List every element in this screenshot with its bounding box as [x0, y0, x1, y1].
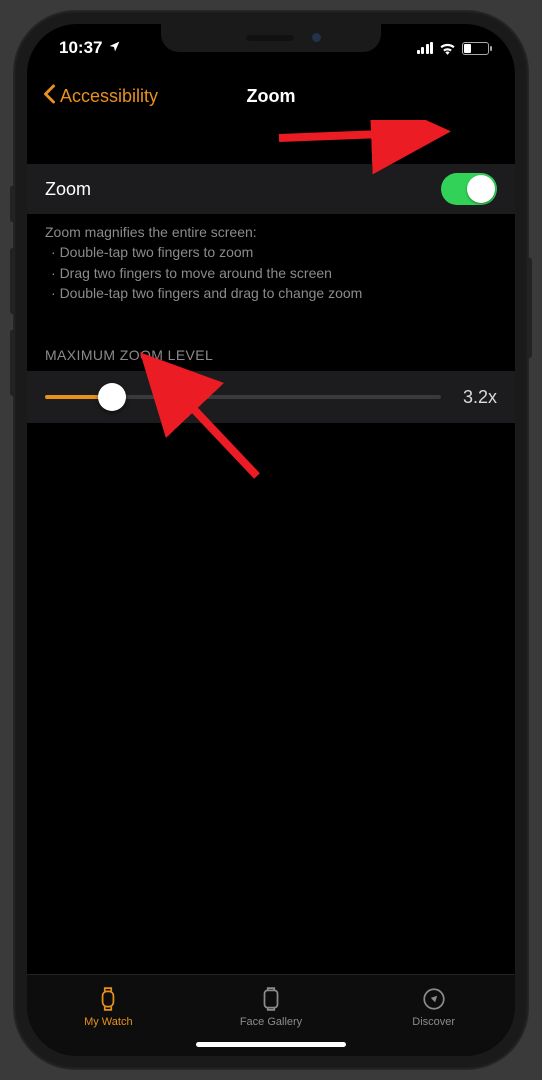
page-title: Zoom [247, 86, 296, 107]
annotation-arrow-toggle [275, 120, 455, 167]
status-time: 10:37 [59, 38, 102, 58]
zoom-toggle-row[interactable]: Zoom [27, 164, 515, 214]
side-button [10, 330, 15, 396]
slider-thumb[interactable] [98, 383, 126, 411]
side-button [527, 258, 532, 358]
phone-frame: 10:37 Accessibility [13, 10, 529, 1070]
tab-face-gallery[interactable]: Face Gallery [190, 975, 353, 1038]
battery-icon [462, 42, 489, 55]
help-line: Double-tap two fingers and drag to chang… [51, 283, 497, 303]
side-button [10, 248, 15, 314]
annotation-arrow-slider [135, 348, 275, 493]
wifi-icon [439, 42, 456, 55]
zoom-level-value: 3.2x [455, 387, 497, 408]
watch-icon [95, 986, 121, 1012]
tab-label: Discover [412, 1016, 455, 1028]
toggle-knob [467, 175, 495, 203]
notch [161, 24, 381, 52]
tab-label: Face Gallery [240, 1016, 302, 1028]
screen: 10:37 Accessibility [27, 24, 515, 1056]
zoom-row-label: Zoom [45, 179, 91, 200]
home-indicator[interactable] [196, 1042, 346, 1047]
zoom-toggle[interactable] [441, 173, 497, 205]
side-button [10, 186, 15, 222]
status-left: 10:37 [59, 38, 121, 58]
tab-my-watch[interactable]: My Watch [27, 975, 190, 1038]
cellular-signal-icon [417, 42, 434, 54]
help-text: Zoom magnifies the entire screen: Double… [27, 214, 515, 303]
content: Zoom Zoom magnifies the entire screen: D… [27, 120, 515, 974]
compass-icon [421, 986, 447, 1012]
help-line: Double-tap two fingers to zoom [51, 242, 497, 262]
nav-bar: Accessibility Zoom [27, 72, 515, 120]
help-line: Drag two fingers to move around the scre… [51, 263, 497, 283]
help-heading: Zoom magnifies the entire screen: [45, 222, 497, 242]
tab-discover[interactable]: Discover [352, 975, 515, 1038]
status-right [417, 42, 490, 55]
back-button[interactable]: Accessibility [43, 72, 158, 120]
back-label: Accessibility [60, 86, 158, 107]
location-icon [108, 38, 121, 58]
chevron-left-icon [43, 84, 56, 109]
face-gallery-icon [258, 986, 284, 1012]
tab-label: My Watch [84, 1016, 133, 1028]
